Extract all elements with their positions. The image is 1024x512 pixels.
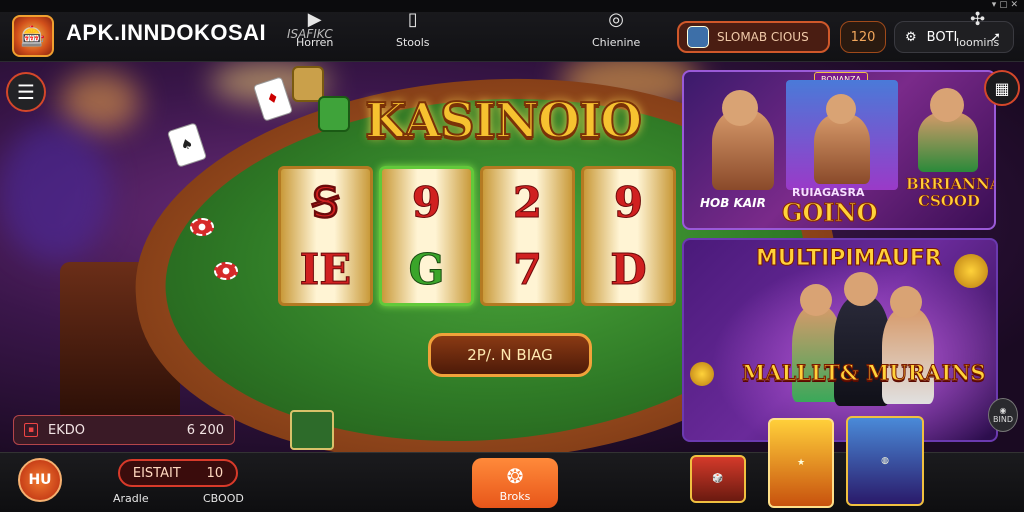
nav-item-label: Horren: [296, 36, 334, 49]
side-mini-button[interactable]: ◉ BIND: [988, 398, 1018, 432]
film-icon[interactable]: ▦: [984, 70, 1020, 106]
light-glow: [60, 72, 140, 132]
reel-symbol: 2: [512, 178, 543, 228]
gold-coin-icon: [690, 362, 714, 386]
nav-item-ioomins[interactable]: ✣ Ioomins: [956, 6, 1000, 50]
slot-reels[interactable]: Ꞩ IE 9 G 2 7 9 D: [278, 166, 676, 306]
nav-item-label: Broks: [499, 489, 531, 503]
balance-value: 6 200: [186, 422, 224, 438]
app-title: APK.INNDOKOSAI: [66, 20, 267, 45]
gear-icon: ⚙: [905, 29, 917, 45]
hamburger-menu-button[interactable]: ☰: [6, 72, 46, 112]
game-thumb-roulette[interactable]: 🎲: [690, 455, 746, 503]
start-label: EISTAIT: [132, 465, 181, 481]
promo-character-head: [844, 272, 878, 306]
reel-symbol: Ꞩ: [312, 178, 340, 228]
promo-card-bonanza[interactable]: BONANZA HOB KAIR RUIAGASRA GOINO BRRIANN…: [682, 70, 996, 230]
play-icon: ▶: [307, 8, 322, 30]
wallet-icon: ▪: [24, 423, 38, 437]
settings-label: BOTI: [926, 29, 958, 45]
nav-item-stools[interactable]: ▯ Stools: [396, 6, 430, 50]
reel-symbol: 7: [512, 245, 543, 295]
chip-icon: ❂: [506, 463, 524, 488]
light-glow: [0, 122, 110, 262]
promo-character: [882, 308, 934, 404]
home-button[interactable]: HU: [18, 458, 62, 502]
promo-character-head: [826, 94, 856, 124]
top-bar: ▾ ▢ ✕ 🎰 APK.INNDOKOSAI ISAFIKC SLOMAB CI…: [0, 0, 1024, 62]
promo-big-label: GOINO: [781, 198, 878, 228]
reel: Ꞩ IE: [278, 166, 373, 306]
gold-coin-icon: [954, 254, 988, 288]
reel-symbol: D: [610, 245, 647, 295]
promo-character: [814, 114, 870, 184]
target-icon: ◎: [608, 8, 624, 30]
reel: 2 7: [480, 166, 575, 306]
spin-button[interactable]: 2P/. N BIAG: [428, 333, 592, 377]
promo-title: MULTIPIMAUFR: [756, 246, 943, 272]
chip-tray: [290, 410, 334, 450]
promo-character-head: [890, 286, 922, 318]
reel: 9 G: [379, 166, 474, 306]
balance-label: EKDO: [48, 422, 85, 438]
nav-item-label: Stools: [396, 36, 430, 49]
promo-character-head: [930, 88, 964, 122]
poker-chip: [190, 218, 214, 236]
system-status-bar: ▾ ▢ ✕: [0, 0, 1024, 12]
start-left-caption: Aradle: [113, 492, 149, 505]
game-title: KASINOIO: [364, 92, 643, 150]
promo-right-label: BRRIANNAG CSOOD: [906, 175, 994, 210]
slots-button[interactable]: SLOMAB CIOUS: [677, 21, 830, 53]
pinwheel-icon: ✣: [970, 8, 986, 30]
nav-item-horren[interactable]: ▶ Horren: [296, 6, 334, 50]
nav-item-label: Chienine: [592, 36, 641, 49]
promo-character-head: [800, 284, 832, 316]
slots-button-label: SLOMAB CIOUS: [717, 30, 809, 44]
start-value: 10: [206, 465, 224, 481]
reel: 9 D: [581, 166, 676, 306]
side-mini-label: BIND: [993, 415, 1013, 424]
nav-item-chienine[interactable]: ◎ Chienine: [592, 6, 641, 50]
reel-symbol: G: [408, 245, 445, 295]
chip-stack: [318, 96, 350, 132]
game-thumb-character[interactable]: ★: [768, 418, 834, 508]
avatar: [687, 26, 709, 48]
nav-item-label: Ioomins: [956, 36, 1000, 49]
promo-left-label: HOB KAIR: [700, 196, 766, 210]
promo-bottom-label: MALLLT& MURAINS: [742, 360, 987, 386]
reel-symbol: 9: [613, 178, 644, 228]
coin-counter[interactable]: 120: [840, 21, 886, 53]
reel-symbol: 9: [411, 178, 442, 228]
promo-card-multiplayer[interactable]: MULTIPIMAUFR MALLLT& MURAINS: [682, 238, 998, 442]
start-right-caption: CBOOD: [203, 492, 244, 505]
balance-display: ▪ EKDO 6 200: [13, 415, 235, 445]
game-thumb-wheel[interactable]: ◍: [846, 416, 924, 506]
app-logo[interactable]: 🎰: [12, 15, 54, 57]
reel-symbol: IE: [299, 245, 352, 295]
nav-item-broks[interactable]: ❂ Broks: [472, 458, 558, 508]
card-icon: ▯: [407, 8, 418, 30]
start-button[interactable]: EISTAIT 10: [118, 459, 238, 487]
disc-icon: ◉: [999, 406, 1007, 415]
poker-chip: [214, 262, 238, 280]
promo-character-head: [722, 90, 758, 126]
